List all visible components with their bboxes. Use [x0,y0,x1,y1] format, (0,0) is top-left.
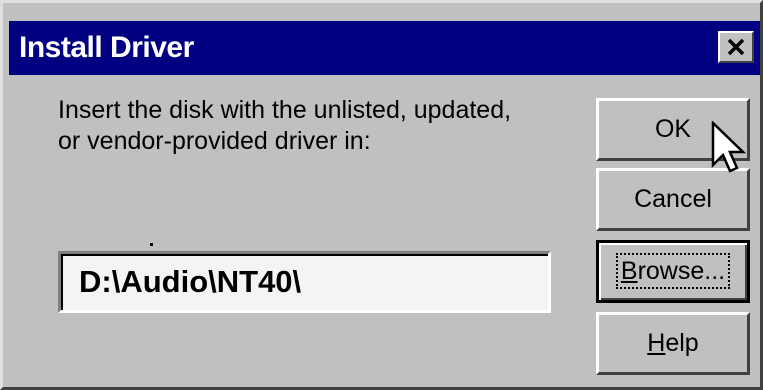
instruction-text: Insert the disk with the unlisted, updat… [58,95,578,157]
ok-button-label: OK [654,115,692,143]
cancel-button-label: Cancel [634,185,712,213]
help-button[interactable]: Help [596,312,750,375]
browse-button-label: rowse... [637,257,726,285]
instruction-line-1: Insert the disk with the unlisted, updat… [58,96,512,124]
mouse-pointer-icon [709,120,749,181]
browse-focus-rect: Browse... [615,253,731,289]
help-mnemonic: H [647,329,666,357]
close-icon [726,30,746,65]
help-button-label: elp [665,329,699,357]
browse-mnemonic: B [620,257,638,285]
close-button[interactable] [718,31,754,63]
instruction-line-2: or vendor-provided driver in: [58,127,371,155]
browse-button[interactable]: Browse... [596,240,750,303]
decorative-dot [150,243,153,246]
dialog-title: Install Driver [19,31,194,64]
title-bar: Install Driver [9,21,760,75]
driver-path-input[interactable]: D:\Audio\NT40\ [58,251,551,313]
install-driver-dialog: Install Driver Insert the disk with the … [0,0,763,390]
